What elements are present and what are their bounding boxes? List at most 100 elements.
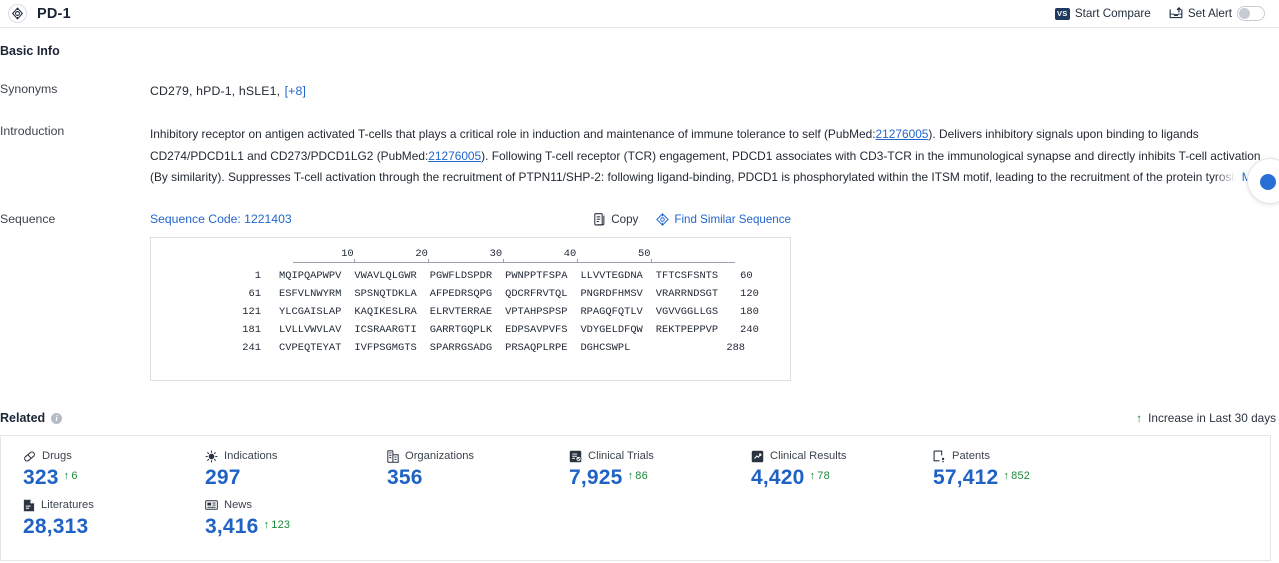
sequence-lines: 1 MQIPQAPWPV VWAVLQLGWR PGWFLDSPDR PWNPPTFSP… [151, 270, 790, 360]
synonyms-more-link[interactable]: [+8] [285, 84, 306, 98]
find-similar-icon [656, 212, 670, 226]
top-bar-actions: VS Start Compare Set Alert [1054, 6, 1269, 21]
sequence-line: 1 MQIPQAPWPV VWAVLQLGWR PGWFLDSPDR PWNPPTFSP… [151, 270, 790, 288]
related-tile-value-wrap: 3,416 ↑ 123 [205, 515, 365, 539]
sequence-block: TFTCSFSNTS [655, 270, 719, 282]
ruler-tick-mark [428, 259, 430, 263]
brand: PD-1 [8, 4, 71, 23]
related-tile-literatures[interactable]: Literatures 28,313 [1, 497, 183, 539]
related-tile-delta-value: 78 [817, 470, 830, 482]
related-tile-news[interactable]: News 3,416 ↑ 123 [183, 497, 365, 539]
find-similar-sequence-button[interactable]: Find Similar Sequence [656, 213, 791, 226]
info-icon[interactable]: i [51, 412, 63, 424]
ruler-tick: 20 [415, 248, 428, 260]
related-tile-value-wrap: 28,313 [23, 515, 183, 539]
sequence-end-index: 288 [726, 342, 746, 354]
ruler-tick: 40 [563, 248, 577, 260]
virus-icon [205, 450, 218, 463]
vs-icon: VS [1054, 7, 1070, 20]
sequence-line: 121 YLCGAISLAP KAQIKESLRA ELRVTERRAE VPTAHPS… [151, 306, 790, 324]
increase-legend-label: Increase in Last 30 days [1148, 411, 1276, 425]
sequence-block: REKTPEPPVP [655, 324, 719, 336]
related-tile-delta: ↑ 6 [64, 470, 78, 482]
related-tile-value-wrap: 297 [205, 466, 365, 490]
sequence-block: MQIPQAPWPV [279, 270, 342, 282]
up-arrow-icon: ↑ [1136, 411, 1143, 425]
up-arrow-icon: ↑ [63, 470, 70, 482]
synonyms-label: Synonyms [0, 82, 58, 96]
clinical-trial-icon [569, 450, 582, 463]
related-tile-value-wrap: 4,420 ↑ 78 [751, 466, 911, 490]
pubmed-link-2[interactable]: 21276005 [428, 149, 481, 163]
sequence-block: VPTAHPSPSP [505, 306, 568, 318]
related-tile-header: Indications [205, 448, 365, 464]
up-arrow-icon: ↑ [627, 470, 634, 482]
sequence-start-index: 181 [242, 324, 261, 336]
related-tile-value: 297 [205, 466, 241, 489]
related-tile-header: News [205, 497, 365, 513]
related-tile-delta: ↑ 78 [810, 470, 830, 482]
up-arrow-icon: ↑ [809, 470, 816, 482]
ruler-tick-mark [354, 259, 356, 263]
related-tile-label: Clinical Results [770, 450, 847, 462]
related-header: Related i ↑ Increase in Last 30 days [0, 411, 1279, 425]
related-tile-patents[interactable]: Patents 57,412 ↑ 852 [911, 448, 1093, 490]
patent-icon [933, 450, 946, 463]
floating-action-dot [1260, 174, 1276, 190]
sequence-label: Sequence [0, 212, 56, 226]
increase-legend: ↑ Increase in Last 30 days [1136, 411, 1279, 425]
related-tile-indications[interactable]: Indications 297 [183, 448, 365, 490]
introduction-label: Introduction [0, 124, 65, 138]
related-tile-header: Clinical Results [751, 448, 911, 464]
related-tile-delta: ↑ 86 [628, 470, 648, 482]
related-tile-organizations[interactable]: Organizations 356 [365, 448, 547, 490]
related-tile-value-wrap: 57,412 ↑ 852 [933, 466, 1093, 490]
sequence-line: 181 LVLLVWVLAV ICSRAARGTI GARRTGQPLK EDPSAVP… [151, 324, 790, 342]
related-tile-value: 323 [23, 466, 59, 489]
ruler-tick: 10 [341, 248, 354, 260]
sequence-start-index: 241 [242, 342, 261, 354]
sequence-block: LVLLVWVLAV [279, 324, 342, 336]
related-tile-clinical-results[interactable]: Clinical Results 4,420 ↑ 78 [729, 448, 911, 490]
sequence-block: GARRTGQPLK [429, 324, 493, 336]
sequence-residue-blocks: CVPEQTEYAT IVFPSGMGTS SPARRGSADG PRSAQPLRPE… [279, 342, 630, 354]
sequence-block: QDCRFRVTQL [505, 288, 568, 300]
news-icon [205, 499, 218, 511]
synonyms-row: Synonyms CD279, hPD-1, hSLE1, [+8] [0, 82, 1279, 100]
sequence-block: VDYGELDFQW [580, 324, 643, 336]
related-tile-delta-value: 852 [1011, 470, 1031, 482]
set-alert-button[interactable]: Set Alert [1169, 6, 1265, 21]
related-tile-label: News [224, 499, 252, 511]
sequence-block: ICSRAARGTI [354, 324, 417, 336]
introduction-row: Introduction Inhibitory receptor on anti… [0, 124, 1279, 188]
related-tile-delta: ↑ 123 [264, 519, 291, 531]
ruler-tick-mark [576, 259, 578, 263]
ruler-tick: 50 [638, 248, 651, 260]
related-tile-drugs[interactable]: Drugs 323 ↑ 6 [1, 448, 183, 490]
copy-icon [594, 212, 606, 226]
sequence-block: LLVVTEGDNA [580, 270, 643, 282]
related-tile-delta-value: 86 [635, 470, 648, 482]
set-alert-toggle[interactable] [1237, 6, 1265, 21]
related-tile-value-wrap: 323 ↑ 6 [23, 466, 183, 490]
related-tile-clinical-trials[interactable]: Clinical Trials 7,925 ↑ 86 [547, 448, 729, 490]
start-compare-button[interactable]: VS Start Compare [1054, 7, 1151, 20]
sequence-block: KAQIKESLRA [354, 306, 417, 318]
sequence-block: CVPEQTEYAT [279, 342, 342, 354]
find-similar-label: Find Similar Sequence [674, 212, 791, 226]
top-bar: PD-1 VS Start Compare Set Alert [0, 0, 1279, 28]
sequence-block: PRSAQPLRPE [505, 342, 568, 354]
related-heading: Related [0, 411, 46, 425]
related-tile-header: Clinical Trials [569, 448, 729, 464]
sequence-end-index: 240 [740, 324, 759, 336]
related-tile-delta: ↑ 852 [1003, 470, 1030, 482]
related-tile-value: 28,313 [23, 515, 89, 538]
copy-button[interactable]: Copy [594, 213, 638, 226]
sequence-code-link[interactable]: Sequence Code: 1221403 [150, 212, 292, 226]
target-crosshair-icon [8, 4, 27, 23]
synonyms-value: CD279, hPD-1, hSLE1, [150, 84, 281, 98]
sequence-header: Sequence Code: 1221403 Copy Find Similar… [150, 212, 791, 226]
basic-info-heading: Basic Info [0, 44, 60, 58]
pubmed-link-1[interactable]: 21276005 [876, 127, 929, 141]
sequence-block: PNGRDFHMSV [580, 288, 643, 300]
